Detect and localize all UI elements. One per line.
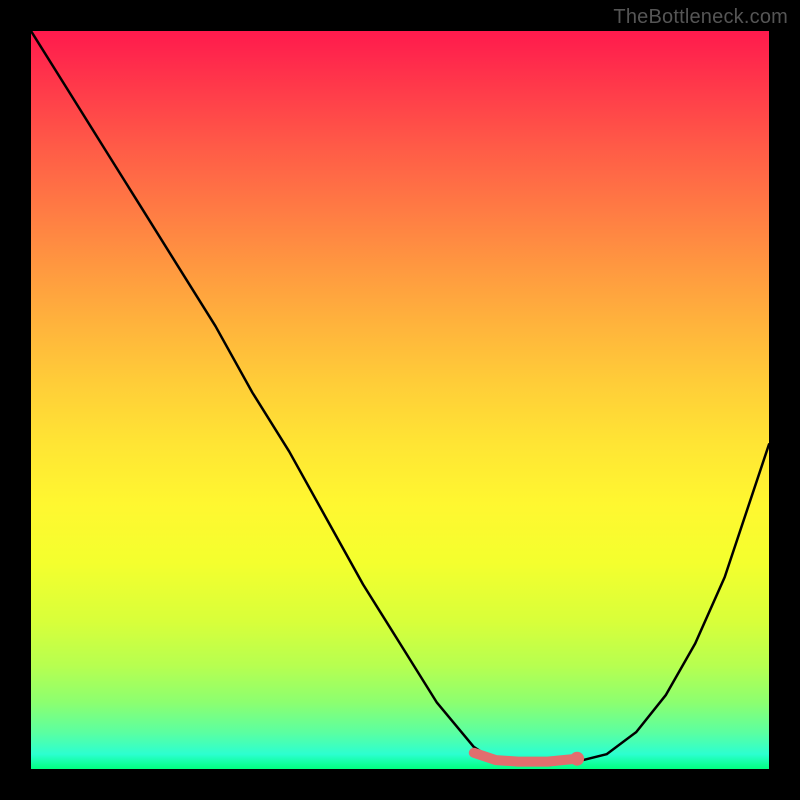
bottleneck-curve	[31, 31, 769, 769]
plot-area	[31, 31, 769, 769]
chart-frame: TheBottleneck.com	[0, 0, 800, 800]
watermark-text: TheBottleneck.com	[613, 6, 788, 29]
